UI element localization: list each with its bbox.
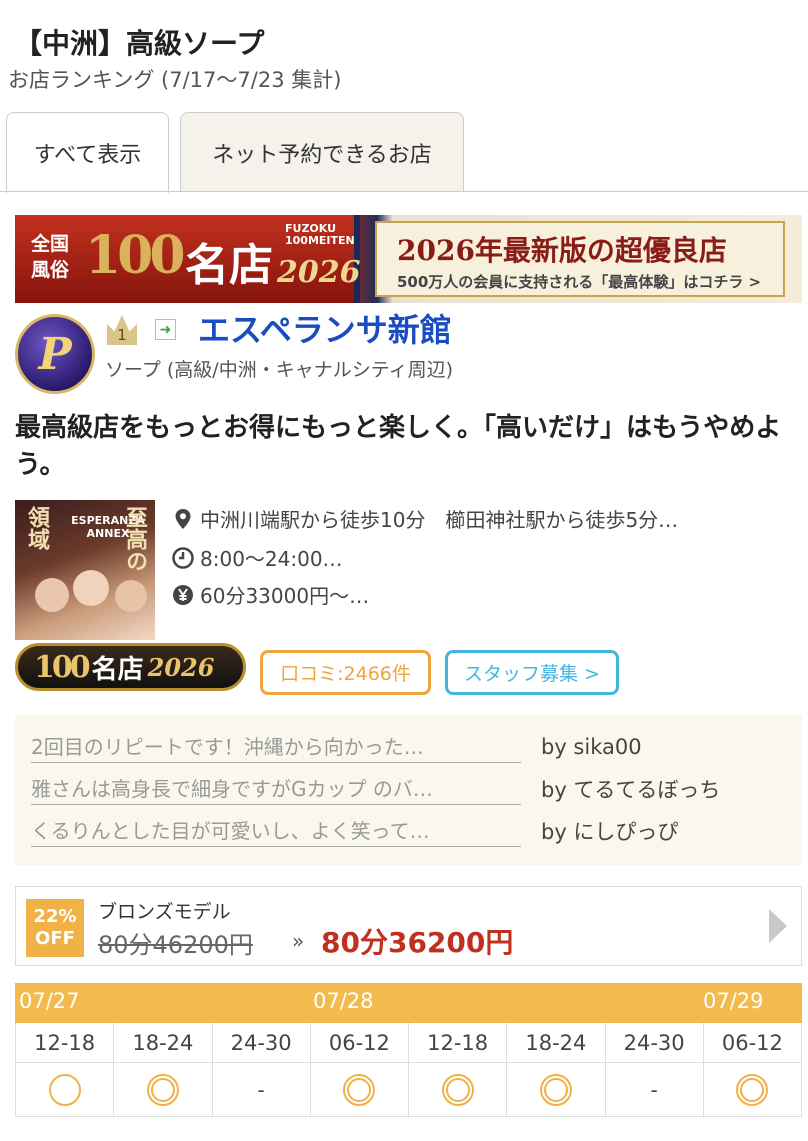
double-circle-icon — [343, 1073, 376, 1106]
available-double-circle-icon[interactable] — [310, 1063, 409, 1117]
discount-percent: 22% — [33, 906, 77, 927]
schedule-slot-row: 12-18 18-24 24-30 06-12 12-18 18-24 24-3… — [15, 1023, 802, 1063]
available-double-circle-icon[interactable] — [703, 1063, 802, 1117]
review-link[interactable]: 2回目のリピートです！沖縄から向かった… — [31, 731, 521, 763]
banner-100: 100 — [85, 225, 186, 286]
schedule-table: 07/27 07/28 07/29 12-18 18-24 24-30 06-1… — [15, 983, 802, 1117]
tab-divider — [0, 191, 808, 192]
staff-recruit-button[interactable]: スタッフ募集 > — [445, 650, 619, 695]
badge-meiten-text: 名店 — [91, 654, 144, 685]
available-double-circle-icon[interactable] — [114, 1063, 213, 1117]
rank-number: 1 — [117, 326, 127, 344]
review-list: 2回目のリピートです！沖縄から向かった… by sika00 雅さんは高身長で細… — [15, 715, 802, 865]
double-circle-icon — [736, 1073, 769, 1106]
schedule-date: 07/27 — [19, 989, 80, 1013]
schedule-slot: 18-24 — [507, 1023, 606, 1063]
schedule-date-header: 07/27 07/28 07/29 — [15, 983, 802, 1023]
dash-mark: - — [650, 1077, 658, 1102]
meiten-banner[interactable]: 全国風俗 100 名店 FUZOKU 100MEITEN 2026 2026年最… — [15, 215, 802, 303]
badge-100-text: 100 — [34, 649, 91, 685]
photo-text-right: 至高の — [122, 506, 148, 572]
banner-subline: 500万人の会員に支持される「最高体験」はコチラ > — [397, 273, 762, 291]
banner-year: 2026 — [277, 255, 361, 290]
badge-year-text: 2026 — [147, 652, 215, 682]
tab-all[interactable]: すべて表示 — [6, 112, 169, 193]
photo-figure — [35, 578, 69, 612]
catch-copy: 最高級店をもっとお得にもっと楽しく。「高いだけ」はもうやめよう。 — [15, 413, 782, 480]
photo-text-left: 領域 — [24, 506, 50, 550]
course-card[interactable]: 22% OFF ブロンズモデル 80分46200円 » 80分36200円 — [15, 886, 802, 966]
hours-row: 8:00〜24:00… — [172, 543, 343, 572]
available-double-circle-icon[interactable] — [409, 1063, 508, 1117]
schedule-availability-row: -- — [15, 1063, 802, 1117]
schedule-slot: 24-30 — [212, 1023, 311, 1063]
available-double-circle-icon[interactable] — [507, 1063, 606, 1117]
photo-figure — [73, 570, 109, 606]
review-author: by にしぴっぴ — [541, 820, 679, 844]
tab-net-reservation[interactable]: ネット予約できるお店 — [180, 112, 464, 192]
course-name: ブロンズモデル — [98, 901, 231, 923]
double-circle-icon — [146, 1073, 179, 1106]
list-item: 雅さんは高身長で細身ですがGカップ のバ… by てるてるぼっち — [31, 773, 720, 805]
shop-name-link[interactable]: エスペランサ新館 — [198, 305, 452, 351]
unavailable-dash: - — [605, 1063, 704, 1117]
double-circle-icon — [441, 1073, 474, 1106]
shop-logo[interactable]: P — [15, 314, 95, 394]
banner-kanji: 全国風俗 — [30, 233, 69, 281]
schedule-slot: 18-24 — [114, 1023, 213, 1063]
schedule-slot: 12-18 — [16, 1023, 115, 1063]
yen-icon — [172, 584, 194, 606]
banner-headline: 2026年最新版の超優良店 — [397, 234, 727, 267]
discount-off-label: OFF — [35, 928, 75, 949]
review-link[interactable]: くるりんとした目が可愛いし、よく笑って… — [31, 815, 521, 847]
page-title: 【中洲】高級ソープ — [14, 27, 265, 60]
shop-photo[interactable]: 領域 ESPERANZA ANNEX 至高の — [15, 500, 155, 640]
schedule-date: 07/28 — [313, 989, 374, 1013]
shop-genre: ソープ (高級/中洲・キャナルシティ周辺) — [105, 359, 453, 381]
schedule-slot: 06-12 — [703, 1023, 802, 1063]
access-text: 中洲川端駅から徒歩10分 櫛田神社駅から徒歩5分… — [200, 508, 679, 532]
list-item: くるりんとした目が可愛いし、よく笑って… by にしぴっぴ — [31, 815, 678, 847]
schedule-date: 07/29 — [703, 989, 764, 1013]
price-text: 60分33000円〜… — [200, 584, 370, 608]
schedule-slot: 12-18 — [409, 1023, 508, 1063]
review-count-button[interactable]: 口コミ:2466件 — [260, 650, 431, 695]
available-circle-icon[interactable] — [16, 1063, 115, 1117]
hours-text: 8:00〜24:00… — [200, 547, 343, 571]
unavailable-dash: - — [212, 1063, 311, 1117]
review-link[interactable]: 雅さんは高身長で細身ですがGカップ のバ… — [31, 773, 521, 805]
banner-right-panel: 2026年最新版の超優良店 500万人の会員に支持される「最高体験」はコチラ > — [375, 221, 785, 297]
map-pin-icon — [172, 508, 194, 530]
double-arrow-icon: » — [292, 929, 305, 953]
double-circle-icon — [539, 1073, 572, 1106]
banner-left-panel: 全国風俗 100 名店 FUZOKU 100MEITEN 2026 — [15, 215, 361, 303]
schedule-slot: 24-30 — [605, 1023, 704, 1063]
price-row: 60分33000円〜… — [172, 580, 369, 609]
banner-fuzoku-text: FUZOKU 100MEITEN — [285, 222, 355, 247]
photo-figure — [115, 580, 147, 612]
original-price: 80分46200円 — [98, 931, 253, 959]
external-link-icon[interactable]: ➜ — [155, 319, 176, 340]
access-row: 中洲川端駅から徒歩10分 櫛田神社駅から徒歩5分… — [172, 504, 678, 533]
list-item: 2回目のリピートです！沖縄から向かった… by sika00 — [31, 731, 642, 763]
ranking-subtitle: お店ランキング (7/17〜7/23 集計) — [8, 68, 342, 92]
clock-icon — [172, 546, 194, 569]
review-author: by てるてるぼっち — [541, 778, 721, 802]
circle-icon — [48, 1073, 81, 1106]
sale-price: 80分36200円 — [321, 926, 514, 959]
meiten-badge[interactable]: 100 名店 2026 — [15, 643, 246, 691]
chevron-right-icon — [769, 909, 787, 943]
discount-badge: 22% OFF — [26, 899, 84, 957]
review-author: by sika00 — [541, 735, 642, 759]
schedule-slot: 06-12 — [310, 1023, 409, 1063]
dash-mark: - — [257, 1077, 265, 1102]
banner-meiten: 名店 — [185, 240, 273, 291]
